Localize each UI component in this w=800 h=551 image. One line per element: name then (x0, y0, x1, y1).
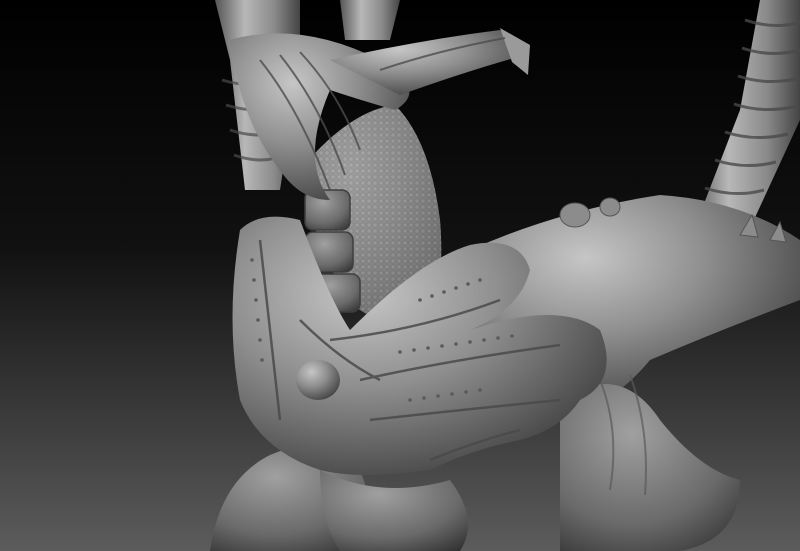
knuckle-ball (296, 360, 340, 400)
sculpt-viewport (0, 0, 800, 551)
sculpt-render (0, 0, 800, 551)
finger-top (340, 0, 400, 40)
